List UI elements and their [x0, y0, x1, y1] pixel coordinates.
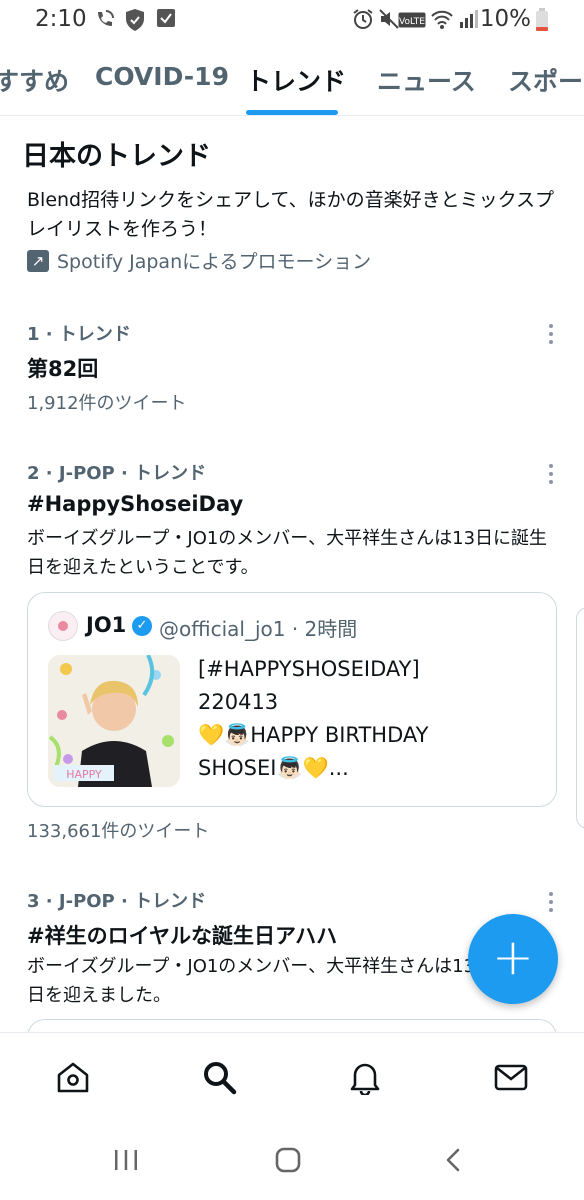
promoted-by[interactable]: ↗ Spotify Japanによるプロモーション: [27, 247, 371, 274]
tweet-handle-time: @official_jo1 · 2時間: [159, 617, 358, 641]
trend-meta: 1 · トレンド: [27, 324, 131, 345]
promoted-arrow-icon: ↗: [27, 249, 49, 272]
home-icon[interactable]: [55, 1059, 91, 1095]
alarm-icon: [353, 9, 373, 29]
signal-icon: [460, 10, 478, 28]
tab-trends[interactable]: トレンド: [246, 62, 346, 98]
tab-news[interactable]: ニュース: [377, 62, 476, 98]
mute-icon: [379, 9, 399, 29]
compose-tweet-button[interactable]: +: [468, 914, 558, 1004]
trend-title[interactable]: #祥生のロイヤルな誕生日アハハ: [27, 920, 337, 950]
explore-tabs: すすめ COVID-19 トレンド ニュース スポーツ: [0, 42, 584, 116]
tab-recommended[interactable]: すすめ: [0, 62, 69, 98]
tweet-text-line: 220413: [198, 690, 279, 714]
svg-text:VoLTE: VoLTE: [399, 17, 425, 27]
wifi-calling-icon: [98, 10, 114, 26]
next-tweet-card-edge[interactable]: [576, 607, 584, 829]
wifi-icon: [431, 10, 453, 29]
trend-meta: 2 · J-POP · トレンド: [27, 463, 207, 484]
tab-sports[interactable]: スポーツ: [508, 62, 584, 98]
battery-percent: 10%: [479, 6, 531, 32]
shield-icon: [126, 9, 144, 31]
volte-icon: VoLTE: [398, 12, 426, 28]
battery-icon: [536, 8, 548, 31]
promoted-by-label: Spotify Japanによるプロモーション: [57, 251, 372, 273]
svg-text:HAPPY: HAPPY: [66, 768, 102, 781]
more-options-icon[interactable]: [546, 890, 556, 914]
screen: 2:10 VoLTE 10% すすめ COVID-19 トレンド ニュース スポ…: [0, 0, 584, 1200]
tweet-text-line: 💛👼🏻HAPPY BIRTHDAY: [198, 723, 429, 747]
trend-description: ボーイズグループ・JO1のメンバー、大平祥生さんは13日に誕生日を迎えたというこ…: [27, 528, 548, 578]
status-time: 2:10: [35, 6, 87, 32]
bottom-navigation: [0, 1032, 584, 1124]
more-options-icon[interactable]: [546, 322, 556, 346]
active-tab-indicator: [246, 110, 338, 115]
home-circle-icon[interactable]: [274, 1146, 302, 1174]
recents-icon[interactable]: [112, 1146, 140, 1174]
tab-covid19[interactable]: COVID-19: [95, 62, 229, 91]
embedded-tweet[interactable]: JO1 ✓ @official_jo1 · 2時間 HAPPY [#HAPPYS…: [27, 592, 557, 807]
more-options-icon[interactable]: [546, 462, 556, 486]
back-icon[interactable]: [440, 1146, 468, 1174]
tweet-author-name: JO1: [86, 613, 127, 637]
promoted-trend-text[interactable]: Blend招待リンクをシェアして、ほかの音楽好きとミックスプレイリストを作ろう！: [27, 186, 557, 244]
system-navigation-bar: [0, 1124, 584, 1200]
status-bar: 2:10 VoLTE 10%: [0, 0, 584, 42]
tweet-media-image[interactable]: HAPPY: [48, 655, 180, 787]
trend-meta: 3 · J-POP · トレンド: [27, 891, 207, 912]
messages-icon[interactable]: [493, 1059, 529, 1095]
section-title: 日本のトレンド: [22, 141, 211, 172]
trend-tweet-count: 1,912件のツイート: [27, 393, 187, 414]
trend-title[interactable]: #HappyShoseiDay: [27, 492, 243, 516]
notifications-icon[interactable]: [347, 1059, 383, 1095]
tweet-text-line: SHOSEI👼🏻💛...: [198, 756, 349, 780]
avatar[interactable]: [48, 611, 78, 641]
tweet-text-line: [#HAPPYSHOSEIDAY]: [198, 657, 420, 681]
trend-tweet-count: 133,661件のツイート: [27, 821, 210, 842]
verified-badge-icon: ✓: [132, 616, 152, 636]
search-icon[interactable]: [201, 1059, 237, 1095]
trend-title[interactable]: 第82回: [27, 353, 98, 383]
checkbox-icon: [157, 9, 175, 27]
tweet-text: [#HAPPYSHOSEIDAY] 220413 💛👼🏻HAPPY BIRTHD…: [198, 653, 428, 785]
